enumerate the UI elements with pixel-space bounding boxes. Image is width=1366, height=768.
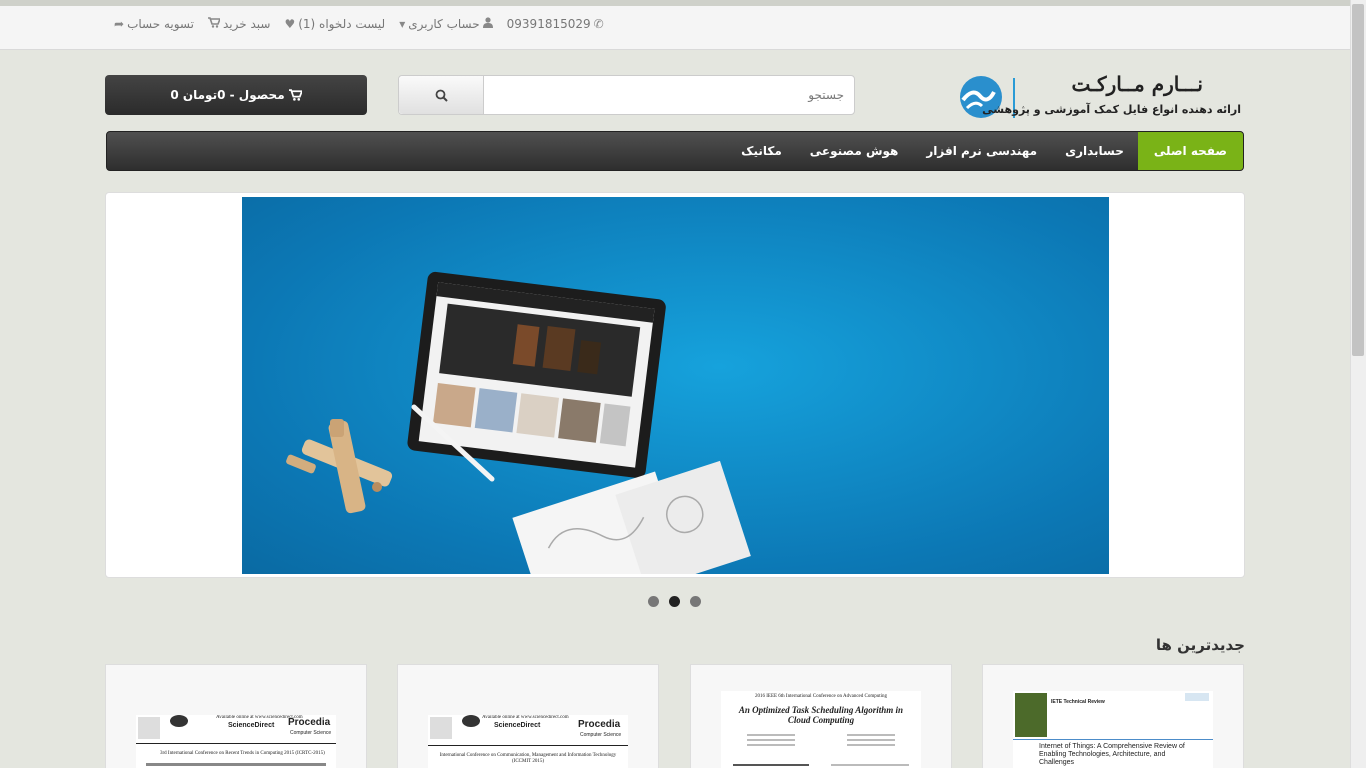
slide-image[interactable]	[242, 197, 1109, 574]
paper-brand: ScienceDirect	[494, 722, 541, 729]
checkout-label: تسویه حساب	[127, 17, 194, 31]
cart-icon	[288, 89, 302, 101]
paper-journal-sub: Computer Science	[580, 732, 622, 738]
slide-illustration	[286, 271, 751, 574]
paper-journal-sub: Computer Science	[290, 730, 332, 736]
product-thumbnail[interactable]: Available online at www.sciencedirect.co…	[428, 715, 628, 768]
nav-items: صفحه اصلی حسابداری مهندسی نرم افزار هوش …	[727, 132, 1243, 170]
cart-icon	[207, 17, 222, 31]
cart-summary-button[interactable]: 0 محصول - 0تومان	[105, 75, 367, 115]
phone-icon: ✆	[593, 17, 604, 31]
image-slider[interactable]	[105, 192, 1245, 578]
heart-icon: ♥	[284, 17, 296, 31]
wishlist-link[interactable]: ♥ لیست دلخواه (1)	[284, 17, 385, 31]
top-links: ➦ تسویه حساب سبد خرید ♥ لیست دلخواه (1) …	[114, 17, 604, 31]
phone-number: 09391815029	[506, 17, 591, 31]
scrollbar[interactable]	[1350, 0, 1366, 768]
product-card[interactable]: Available online at www.sciencedirect.co…	[397, 664, 659, 768]
chevron-down-icon: ▾	[399, 17, 406, 31]
search-button[interactable]	[399, 76, 484, 114]
product-card[interactable]: 2016 IEEE 6th International Conference o…	[690, 664, 952, 768]
search-bar	[398, 75, 855, 115]
paper-journal: Procedia	[578, 719, 621, 730]
product-thumbnail[interactable]: Available online at www.sciencedirect.co…	[136, 715, 336, 768]
slider-dot-3[interactable]	[690, 596, 701, 607]
account-link[interactable]: ▾ حساب کاربری	[399, 17, 493, 31]
phone-link[interactable]: 09391815029 ✆	[507, 17, 604, 31]
paper-text-line	[146, 763, 326, 766]
paper-authors-left	[741, 731, 801, 749]
paper-rule	[1013, 739, 1213, 740]
nav-item-artificial-intelligence[interactable]: هوش مصنوعی	[796, 132, 913, 170]
search-input[interactable]	[484, 76, 854, 114]
paper-abstract-right	[825, 761, 915, 768]
product-card[interactable]: Available online at www.sciencedirect.co…	[105, 664, 367, 768]
nav-item-accounting[interactable]: حسابداری	[1051, 132, 1138, 170]
nav-item-mechanics[interactable]: مکانیک	[727, 132, 796, 170]
paper-conference: 3rd International Conference on Recent T…	[160, 751, 325, 756]
paper-conference: International Conference on Communicatio…	[439, 753, 617, 764]
product-thumbnail[interactable]: 2016 IEEE 6th International Conference o…	[721, 691, 921, 768]
paper-title: Internet of Things: A Comprehensive Revi…	[1039, 743, 1185, 766]
logo-title: نـــارم مــارکـت	[1071, 72, 1203, 96]
share-icon: ➦	[114, 17, 125, 31]
elsevier-logo	[430, 717, 452, 739]
logo-tagline: ارائه دهنده انواع فایل کمک آموزشی و پژوه…	[982, 103, 1241, 116]
nav-item-software-engineering[interactable]: مهندسی نرم افزار	[912, 132, 1051, 170]
elsevier-logo	[138, 717, 160, 739]
product-thumbnail[interactable]: IETE Technical Review Internet of Things…	[1013, 691, 1213, 768]
cart-label: سبد خرید	[222, 17, 271, 31]
cart-summary-label: 0 محصول - 0تومان	[170, 88, 285, 102]
paper-brand: ScienceDirect	[228, 722, 275, 729]
paper-abstract-left	[727, 761, 815, 768]
paper-journal: Procedia	[288, 717, 331, 728]
cart-link[interactable]: سبد خرید	[207, 17, 271, 31]
site-logo[interactable]: نـــارم مــارکـت ارائه دهنده انواع فایل …	[955, 72, 1245, 122]
search-icon	[435, 89, 448, 102]
slider-dots	[648, 596, 701, 607]
sciencedirect-logo-icon	[462, 715, 480, 727]
slider-dot-2[interactable]	[669, 596, 680, 607]
nav-item-home[interactable]: صفحه اصلی	[1137, 132, 1243, 170]
slider-dot-1[interactable]	[648, 596, 659, 607]
paper-rule	[428, 745, 628, 746]
journal-cover	[1015, 693, 1047, 737]
main-navigation: صفحه اصلی حسابداری مهندسی نرم افزار هوش …	[106, 131, 1244, 171]
paper-authors-right	[841, 731, 901, 749]
account-label: حساب کاربری	[408, 17, 480, 31]
sciencedirect-logo-icon	[170, 715, 188, 727]
product-card[interactable]: IETE Technical Review Internet of Things…	[982, 664, 1244, 768]
scrollbar-thumb[interactable]	[1352, 4, 1364, 356]
checkout-link[interactable]: ➦ تسویه حساب	[114, 17, 194, 31]
wishlist-label: لیست دلخواه (1)	[298, 17, 386, 31]
user-icon	[482, 17, 493, 31]
latest-products-title: جدیدترین ها	[1155, 636, 1245, 654]
paper-header-small: 2016 IEEE 6th International Conference o…	[754, 694, 888, 699]
publisher-logo	[1185, 693, 1209, 701]
top-bar: ➦ تسویه حساب سبد خرید ♥ لیست دلخواه (1) …	[0, 6, 1350, 50]
paper-title: An Optimized Task Scheduling Algorithm i…	[738, 705, 904, 725]
paper-header-small: Available online at www.sciencedirect.co…	[482, 715, 569, 720]
paper-journal: IETE Technical Review	[1051, 699, 1105, 705]
paper-rule	[136, 743, 336, 744]
